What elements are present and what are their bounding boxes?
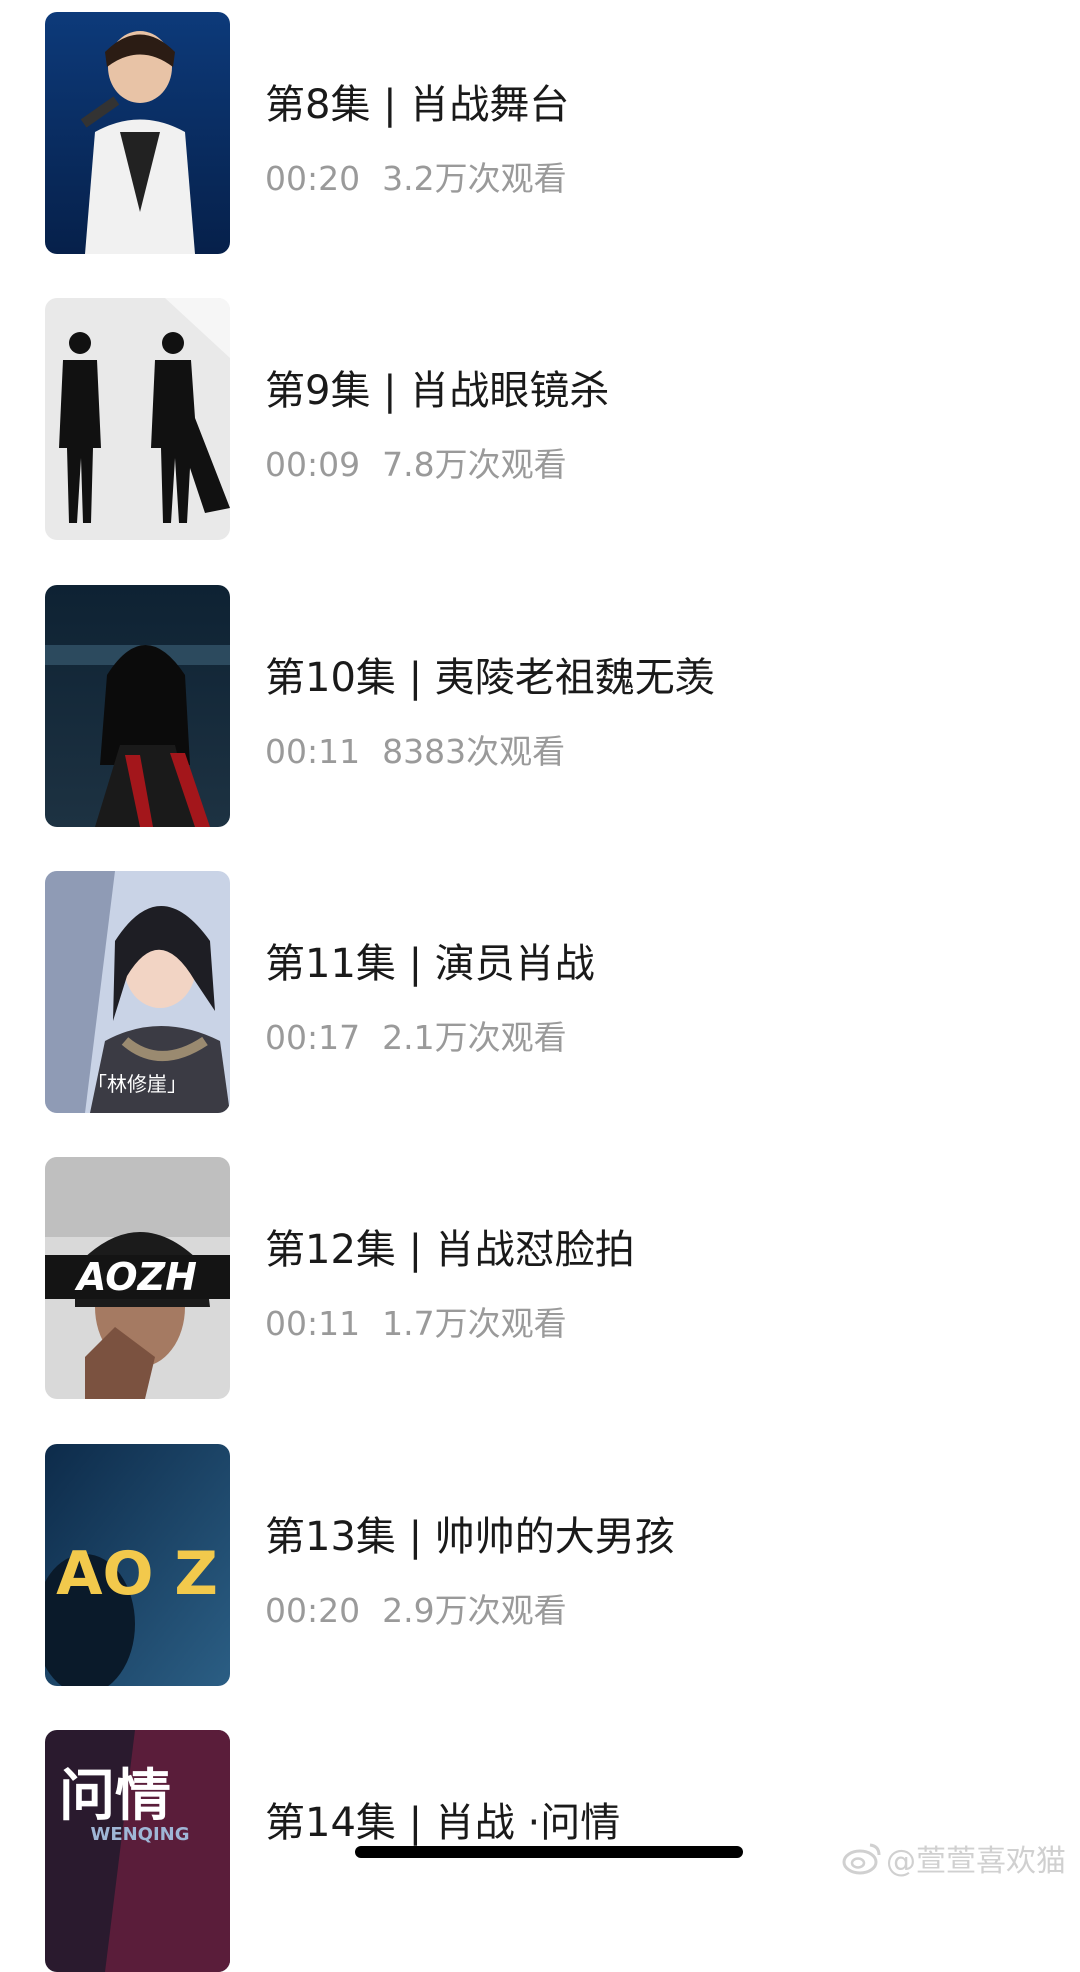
video-title: 第10集 | 夷陵老祖魏无羡 [265,655,715,701]
video-meta: 00:20 3.2万次观看 [265,152,567,200]
video-meta: 00:09 7.8万次观看 [265,438,567,486]
video-views: 1.7万次观看 [382,1304,567,1343]
video-thumbnail[interactable]: 「林修崖」 [45,871,230,1113]
thumbnail-overlay-text: 问情 [59,1763,171,1829]
video-duration: 00:20 [265,1591,361,1630]
watermark: @萱萱喜欢猫 [842,1836,1066,1880]
thumbnail-overlay-text: AOZH [74,1255,197,1299]
video-title: 第13集 | 帅帅的大男孩 [265,1514,675,1560]
video-views: 8383次观看 [382,732,566,771]
video-duration: 00:11 [265,1304,361,1343]
video-thumbnail[interactable] [45,298,230,540]
video-title: 第12集 | 肖战怼脸拍 [265,1227,635,1273]
video-title: 第8集 | 肖战舞台 [265,82,570,128]
video-title: 第11集 | 演员肖战 [265,941,595,987]
video-meta: 00:20 2.9万次观看 [265,1584,567,1632]
video-list-item[interactable]: 第9集 | 肖战眼镜杀 00:09 7.8万次观看 [0,286,1080,540]
video-thumbnail[interactable] [45,585,230,827]
thumbnail-caption: 「林修崖」 [87,1072,187,1096]
video-list-item[interactable]: 第8集 | 肖战舞台 00:20 3.2万次观看 [0,0,1080,254]
video-duration: 00:11 [265,732,361,771]
video-list-item[interactable]: 「林修崖」 第11集 | 演员肖战 00:17 2.1万次观看 [0,859,1080,1113]
video-thumbnail[interactable] [45,12,230,254]
video-thumbnail[interactable]: 问情 WENQING [45,1730,230,1972]
watermark-text: @萱萱喜欢猫 [886,1844,1066,1879]
video-duration: 00:17 [265,1018,361,1057]
video-thumbnail[interactable]: AOZH [45,1157,230,1399]
weibo-icon [842,1843,881,1875]
thumbnail-overlay-text: AO Z [56,1539,218,1609]
video-list-item[interactable]: AO Z 第13集 | 帅帅的大男孩 00:20 2.9万次观看 [0,1432,1080,1686]
video-meta: 00:17 2.1万次观看 [265,1011,567,1059]
video-duration: 00:09 [265,445,361,484]
video-views: 3.2万次观看 [382,159,567,198]
video-views: 2.1万次观看 [382,1018,567,1057]
video-meta: 00:11 1.7万次观看 [265,1297,567,1345]
video-thumbnail[interactable]: AO Z [45,1444,230,1686]
thumbnail-overlay-subtext: WENQING [90,1824,189,1845]
video-title: 第14集 | 肖战 ·问情 [265,1800,621,1846]
video-views: 2.9万次观看 [382,1591,567,1630]
video-list-item[interactable]: 第10集 | 夷陵老祖魏无羡 00:11 8383次观看 [0,573,1080,827]
video-views: 7.8万次观看 [382,445,567,484]
video-meta: 00:11 8383次观看 [265,725,565,773]
home-indicator[interactable] [355,1846,743,1858]
video-list-item[interactable]: AOZH 第12集 | 肖战怼脸拍 00:11 1.7万次观看 [0,1145,1080,1399]
video-title: 第9集 | 肖战眼镜杀 [265,368,610,414]
video-duration: 00:20 [265,159,361,198]
